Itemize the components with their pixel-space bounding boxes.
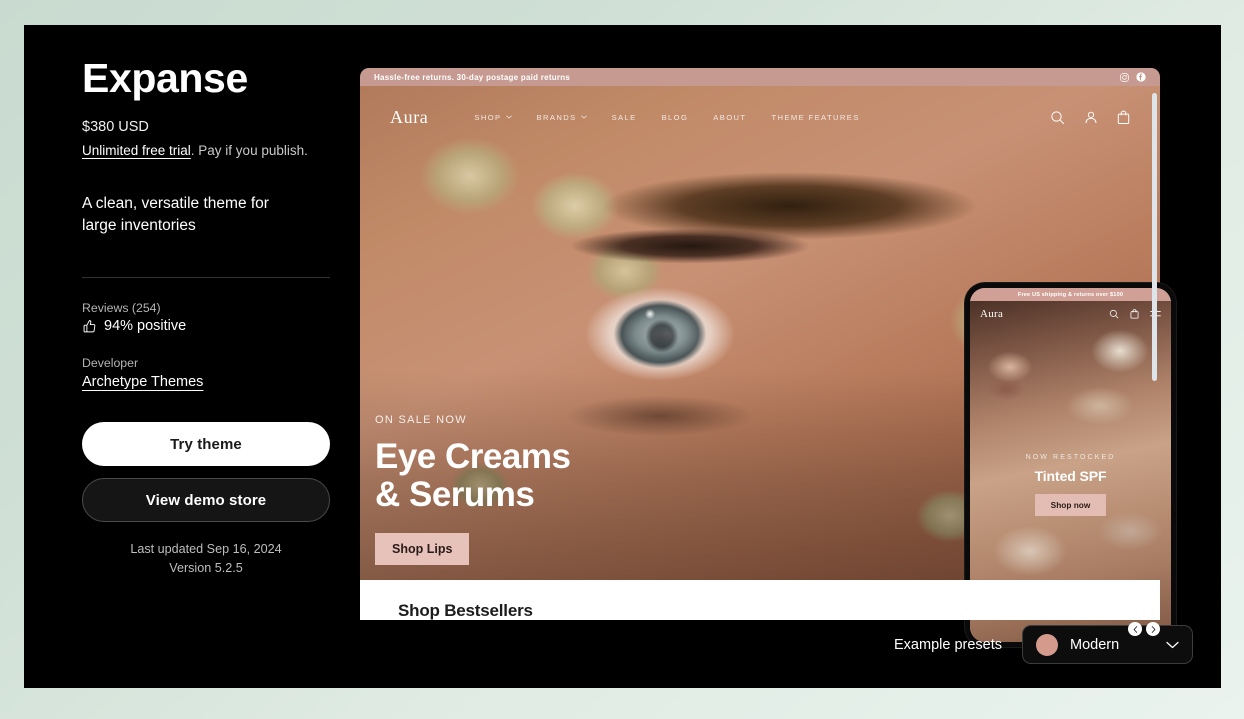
version-text: Version 5.2.5	[169, 560, 243, 575]
trial-note: Unlimited free trial. Pay if you publish…	[82, 142, 354, 160]
mobile-hero-eyebrow: NOW RESTOCKED	[1025, 454, 1116, 461]
chevron-left-icon	[1133, 625, 1137, 633]
mobile-shop-now-button[interactable]: Shop now	[1034, 494, 1107, 516]
nav-item-blog[interactable]: BLOG	[662, 113, 689, 122]
developer-label: Developer	[82, 356, 139, 371]
trial-note-rest: . Pay if you publish.	[190, 142, 308, 158]
hero-title-line-1: Eye Creams	[375, 437, 571, 477]
nav-item-shop[interactable]: SHOP	[474, 112, 512, 122]
hero-title: Eye Creams & Serums	[375, 437, 571, 515]
mobile-hero-copy: NOW RESTOCKED Tinted SPF Shop now	[970, 454, 1171, 516]
cart-icon[interactable]	[1130, 309, 1139, 319]
theme-meta-footer: Last updated Sep 16, 2024 Version 5.2.5	[82, 540, 330, 578]
hero-copy: ON SALE NOW Eye Creams & Serums Shop Lip…	[375, 414, 571, 565]
chevron-down-icon	[1166, 641, 1179, 648]
page-title: Expanse	[82, 55, 248, 101]
store-logo[interactable]: Aura	[390, 107, 428, 128]
mobile-announcement-bar: Free US shipping & returns over $100	[970, 288, 1171, 301]
nav-item-shop-label: SHOP	[474, 112, 502, 122]
hero-title-line-2: & Serums	[375, 475, 535, 515]
try-theme-button[interactable]: Try theme	[82, 422, 330, 467]
nav-item-brands-label: BRANDS	[536, 112, 577, 122]
bestsellers-section: Shop Bestsellers	[360, 580, 1160, 620]
reviews-block: Reviews (254) 94% positive	[82, 301, 354, 334]
announcement-bar: Hassle-free returns. 30-day postage paid…	[360, 68, 1160, 86]
hero-shop-lips-button[interactable]: Shop Lips	[375, 533, 470, 565]
mobile-hero-title: Tinted SPF	[1034, 468, 1107, 484]
mobile-nav: Aura	[970, 301, 1171, 327]
nav-item-sale[interactable]: SALE	[612, 113, 637, 122]
last-updated-text: Last updated Sep 16, 2024	[130, 542, 282, 557]
social-icons	[1120, 72, 1146, 82]
nav-links: SHOP BRANDS SALE BLOG ABOUT THEME FEATUR…	[474, 113, 859, 122]
theme-tagline: A clean, versatile theme for large inven…	[82, 195, 269, 235]
bestsellers-heading: Shop Bestsellers	[398, 601, 533, 620]
preset-color-swatch	[1036, 633, 1058, 656]
facebook-icon[interactable]	[1136, 72, 1146, 82]
chevron-down-icon	[580, 115, 587, 119]
preset-select[interactable]: Modern	[1022, 625, 1193, 664]
cart-icon[interactable]	[1117, 110, 1130, 125]
hero-eyebrow: ON SALE NOW	[375, 414, 467, 427]
storefront-nav: Aura SHOP BRANDS SALE BLOG ABOUT THEME F…	[360, 86, 1160, 148]
preview-scrollbar[interactable]	[1152, 93, 1157, 381]
account-icon[interactable]	[1084, 110, 1098, 125]
search-icon[interactable]	[1109, 309, 1119, 319]
mobile-carousel-arrows	[1128, 622, 1160, 636]
announcement-text: Hassle-free returns. 30-day postage paid…	[374, 72, 571, 82]
view-demo-store-button[interactable]: View demo store	[82, 478, 330, 523]
theme-info-panel: Expanse $380 USD Unlimited free trial. P…	[82, 55, 354, 578]
reviews-positive-value: 94% positive	[104, 318, 187, 335]
chevron-right-icon	[1151, 625, 1155, 633]
theme-detail-card: Expanse $380 USD Unlimited free trial. P…	[24, 25, 1221, 688]
reviews-row: 94% positive	[82, 318, 354, 334]
mobile-store-logo[interactable]: Aura	[980, 308, 1003, 320]
theme-price: $380 USD	[82, 118, 149, 135]
info-divider	[82, 277, 330, 279]
carousel-prev-button[interactable]	[1128, 622, 1142, 636]
nav-item-about[interactable]: ABOUT	[713, 113, 746, 122]
nav-item-theme-features[interactable]: THEME FEATURES	[771, 113, 859, 122]
unlimited-free-trial-link[interactable]: Unlimited free trial	[82, 143, 191, 158]
developer-link[interactable]: Archetype Themes	[82, 374, 203, 390]
instagram-icon[interactable]	[1120, 72, 1129, 82]
reviews-label: Reviews (254)	[82, 301, 161, 316]
mobile-announcement-text: Free US shipping & returns over $100	[1017, 291, 1124, 298]
nav-item-brands[interactable]: BRANDS	[537, 113, 587, 122]
nav-icon-group	[1050, 110, 1130, 125]
developer-block: Developer Archetype Themes	[82, 356, 354, 391]
chevron-down-icon	[505, 115, 512, 119]
carousel-next-button[interactable]	[1146, 622, 1160, 636]
thumbs-up-icon	[83, 319, 96, 332]
example-presets-label: Example presets	[894, 636, 1002, 653]
preset-selected-value: Modern	[1070, 636, 1120, 653]
search-icon[interactable]	[1050, 110, 1065, 125]
